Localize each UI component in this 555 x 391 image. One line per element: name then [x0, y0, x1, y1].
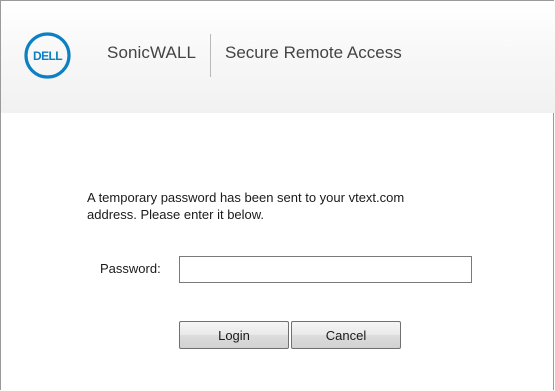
page-subtitle: Secure Remote Access [225, 43, 402, 62]
login-window: DELL SonicWALL Secure Remote Access A te… [0, 0, 555, 390]
password-input[interactable] [179, 256, 472, 283]
info-message-line-1: A temporary password has been sent to yo… [87, 190, 405, 205]
cancel-button[interactable]: Cancel [291, 321, 401, 349]
brand-name: SonicWALL [107, 43, 197, 62]
header-divider [210, 34, 211, 77]
dell-logo: DELL [24, 32, 71, 79]
password-label: Password: [100, 261, 161, 276]
info-message-line-2: address. Please enter it below. [87, 207, 265, 222]
dell-logo-text: DELL [33, 49, 62, 63]
login-button[interactable]: Login [179, 321, 289, 349]
info-message: A temporary password has been sent to yo… [87, 189, 487, 223]
header-bar: DELL SonicWALL Secure Remote Access [1, 1, 555, 113]
